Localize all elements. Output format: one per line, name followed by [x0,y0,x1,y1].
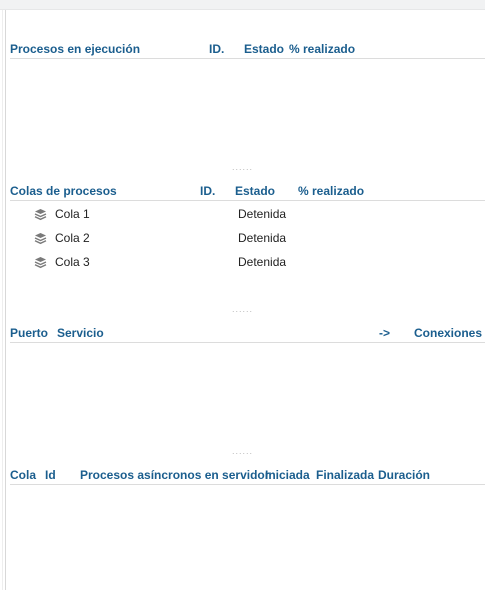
column-header-port[interactable]: Puerto [10,326,48,340]
column-header-connections[interactable]: Conexiones [414,326,482,340]
queue-row[interactable]: Cola 3 Detenida [10,252,485,274]
queue-state: Detenida [238,231,287,245]
column-header-progress[interactable]: % realizado [298,184,364,198]
column-header-queue[interactable]: Cola [10,468,36,482]
queue-row[interactable]: Cola 1 Detenida [10,204,485,226]
stack-layers-icon [34,233,47,245]
queue-row[interactable]: Cola 2 Detenida [10,228,485,250]
column-header-started[interactable]: Iniciada [265,468,310,482]
column-header-arrow[interactable]: -> [379,326,390,340]
queue-state: Detenida [238,207,287,221]
panel-splitter-2[interactable]: ...... [0,304,485,314]
column-header-async-process[interactable]: Procesos asíncronos en servidor [80,468,269,482]
queue-name: Cola 2 [55,231,90,245]
panel-splitter-3[interactable]: ...... [0,446,485,456]
column-header-progress[interactable]: % realizado [289,42,355,56]
ports-header: Puerto Servicio -> Conexiones [10,324,485,343]
column-header-id[interactable]: Id [45,468,56,482]
column-header-id[interactable]: ID. [209,42,224,56]
queue-name: Cola 3 [55,255,90,269]
async-processes-header: Cola Id Procesos asíncronos en servidor … [10,466,485,485]
column-header-state[interactable]: Estado [235,184,275,198]
stack-layers-icon [34,209,47,221]
process-queues-header: Colas de procesos ID. Estado % realizado [10,182,485,201]
stack-layers-icon [34,257,47,269]
column-header-finished[interactable]: Finalizada [316,468,374,482]
left-border [2,10,3,590]
running-processes-header: Procesos en ejecución ID. Estado % reali… [10,40,485,59]
panel-splitter-1[interactable]: ...... [0,162,485,172]
column-header-duration[interactable]: Duración [378,468,430,482]
queue-state: Detenida [238,255,287,269]
left-border-inner [5,10,6,590]
column-header-state[interactable]: Estado [244,42,284,56]
column-header-service[interactable]: Servicio [57,326,104,340]
top-toolbar-strip [0,0,485,10]
column-header-id[interactable]: ID. [200,184,215,198]
queue-name: Cola 1 [55,207,90,221]
column-header-queue[interactable]: Colas de procesos [10,184,117,198]
column-header-process[interactable]: Procesos en ejecución [10,42,140,56]
